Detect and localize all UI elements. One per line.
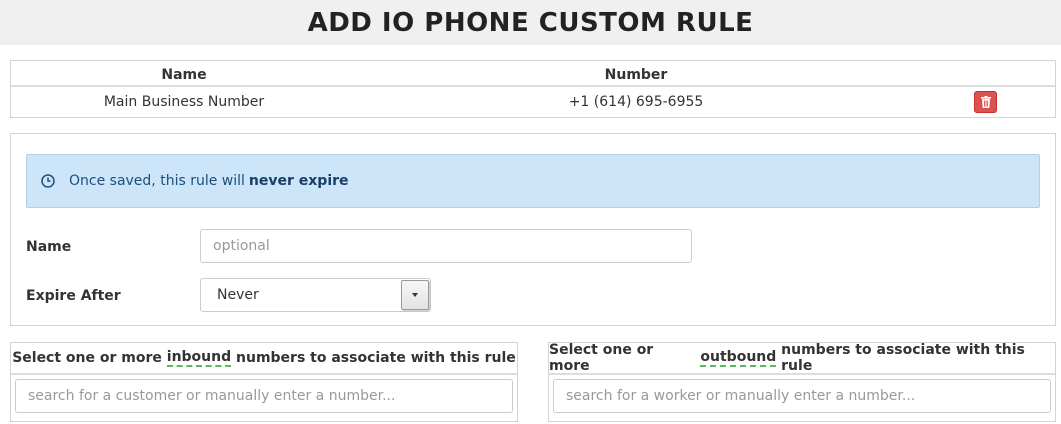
inbound-title-prefix: Select one or more xyxy=(12,350,162,366)
dropdown-toggle-button[interactable] xyxy=(401,280,429,310)
trash-icon xyxy=(980,96,991,108)
column-header-number: Number xyxy=(604,67,668,83)
inbound-numbers-section: Select one or more inbound numbers to as… xyxy=(10,342,518,422)
outbound-title-suffix: numbers to associate with this rule xyxy=(781,342,1025,374)
expire-after-select[interactable]: Never xyxy=(200,278,431,312)
row-name-cell: Main Business Number xyxy=(103,94,265,110)
inbound-section-title: Select one or more inbound numbers to as… xyxy=(11,343,517,375)
page-header: ADD IO PHONE CUSTOM RULE xyxy=(0,0,1061,45)
rule-settings-panel: Once saved, this rule will never expire … xyxy=(10,133,1056,326)
outbound-title-prefix: Select one or more xyxy=(549,342,654,374)
row-number-cell: +1 (614) 695-6955 xyxy=(568,94,704,110)
alert-emphasis: never expire xyxy=(248,173,349,189)
delete-number-button[interactable] xyxy=(974,91,997,113)
inbound-number-search-input[interactable] xyxy=(15,379,513,413)
outbound-numbers-section: Select one or more outbound numbers to a… xyxy=(548,342,1056,422)
rule-name-input[interactable] xyxy=(200,229,692,263)
table-header: Name Number xyxy=(11,61,1055,87)
outbound-keyword: outbound xyxy=(700,349,777,367)
alert-text: Once saved, this rule will xyxy=(69,173,245,189)
page-title: ADD IO PHONE CUSTOM RULE xyxy=(307,7,754,38)
expire-after-value: Never xyxy=(217,287,259,303)
outbound-section-title: Select one or more outbound numbers to a… xyxy=(549,342,1055,375)
inbound-keyword: inbound xyxy=(166,349,232,367)
outbound-number-search-input[interactable] xyxy=(553,379,1051,413)
inbound-title-suffix: numbers to associate with this rule xyxy=(236,350,516,366)
expire-after-label: Expire After xyxy=(26,288,121,304)
expiry-info-alert: Once saved, this rule will never expire xyxy=(26,154,1040,208)
caret-down-icon xyxy=(412,293,418,297)
clock-icon xyxy=(41,174,55,188)
phone-numbers-table: Name Number Main Business Number +1 (614… xyxy=(10,60,1056,118)
name-label: Name xyxy=(26,239,72,255)
column-header-name: Name xyxy=(161,67,207,83)
